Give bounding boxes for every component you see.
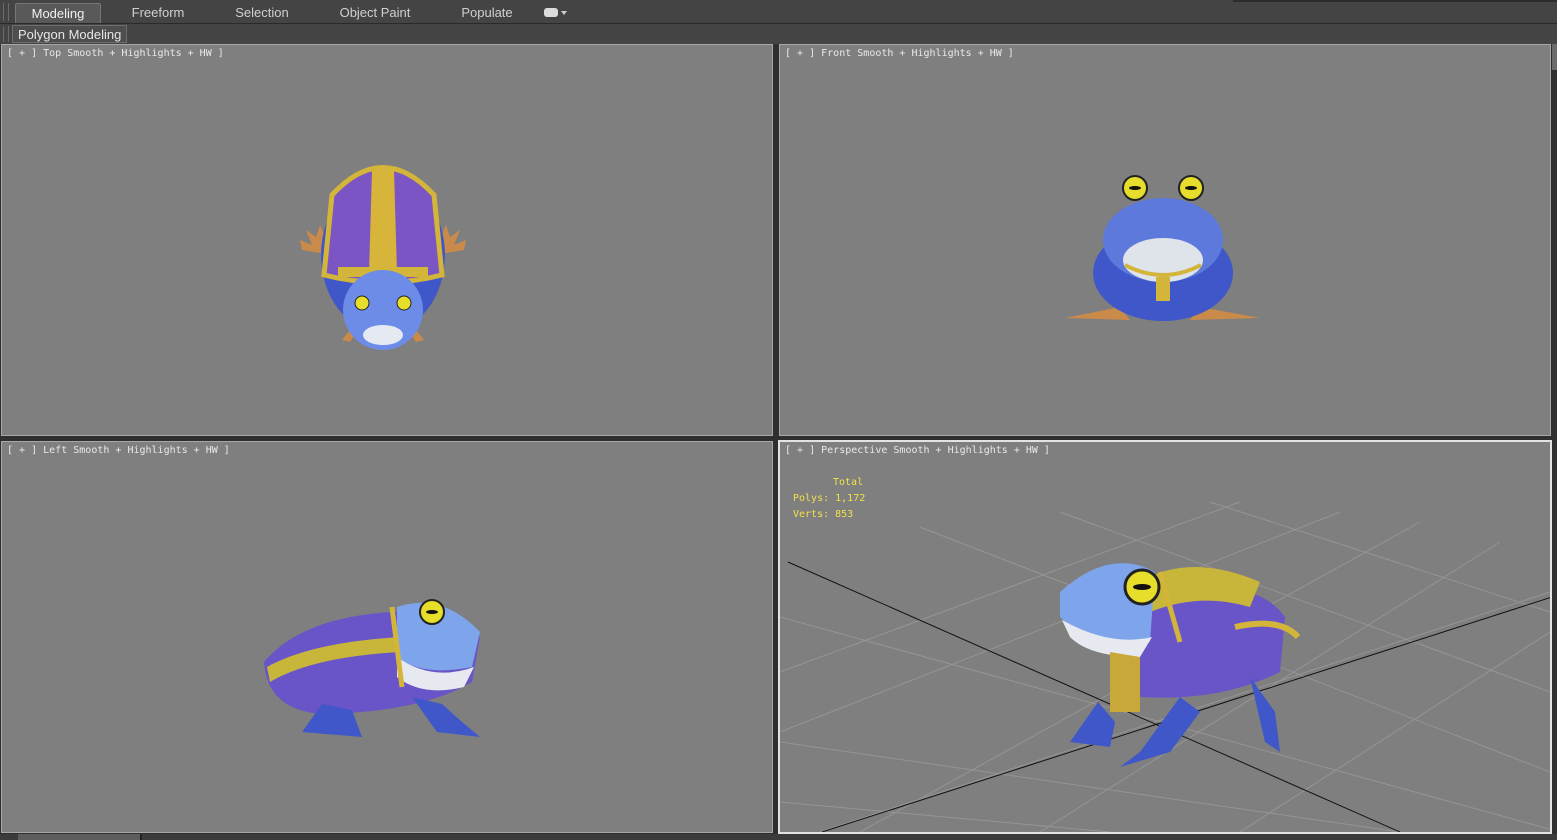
viewport-left[interactable]: [ + ] Left Smooth + Highlights + HW ] bbox=[1, 441, 773, 833]
tab-populate[interactable]: Populate bbox=[452, 3, 522, 23]
ribbon-tab-bar: Modeling Freeform Selection Object Paint… bbox=[0, 0, 1557, 24]
frog-model-top bbox=[300, 165, 466, 350]
right-scrollbar[interactable] bbox=[1552, 44, 1557, 70]
time-slider-bar bbox=[0, 834, 1557, 840]
ribbon-grip-handle[interactable] bbox=[3, 3, 9, 21]
divider bbox=[1233, 0, 1557, 2]
time-slider[interactable] bbox=[18, 834, 142, 840]
perspective-scene bbox=[780, 501, 1550, 832]
frog-left-view bbox=[264, 599, 480, 737]
viewport-top[interactable]: [ + ] Top Smooth + Highlights + HW ] bbox=[1, 44, 773, 436]
frog-model-perspective bbox=[1060, 563, 1301, 767]
frog-front-view bbox=[1065, 175, 1260, 321]
frog-top-view bbox=[300, 165, 466, 350]
tab-modeling[interactable]: Modeling bbox=[15, 3, 101, 23]
ribbon-panel-row: Polygon Modeling bbox=[0, 24, 1557, 44]
tab-freeform[interactable]: Freeform bbox=[118, 3, 198, 23]
panel-grip-handle[interactable] bbox=[3, 26, 9, 42]
tab-selection[interactable]: Selection bbox=[222, 3, 302, 23]
ribbon-display-dropdown[interactable] bbox=[544, 7, 567, 19]
display-toggle-icon bbox=[544, 8, 558, 17]
tab-object-paint[interactable]: Object Paint bbox=[333, 3, 417, 23]
frog-model-left bbox=[264, 599, 480, 737]
viewport-front[interactable]: [ + ] Front Smooth + Highlights + HW ] bbox=[779, 44, 1551, 436]
polygon-modeling-button[interactable]: Polygon Modeling bbox=[12, 25, 128, 43]
frog-model-front bbox=[1065, 175, 1260, 321]
chevron-down-icon bbox=[561, 11, 567, 15]
viewport-perspective[interactable]: [ + ] Perspective Smooth + Highlights + … bbox=[778, 440, 1552, 834]
